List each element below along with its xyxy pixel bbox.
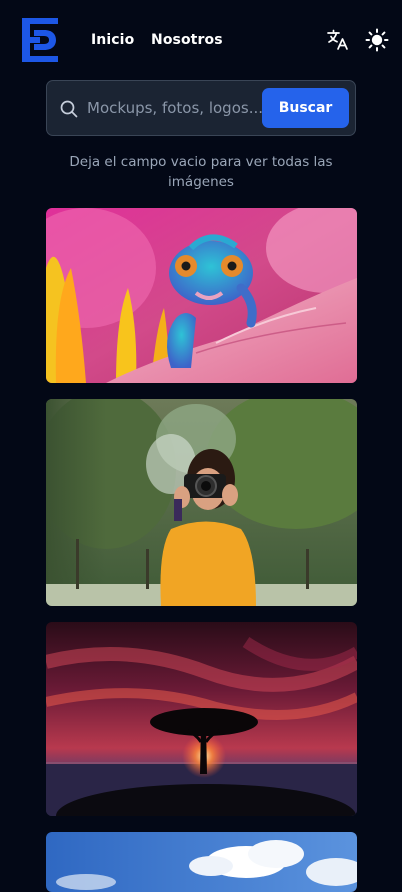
search-box: Buscar bbox=[46, 80, 356, 136]
search-icon bbox=[60, 100, 78, 118]
search-hint: Deja el campo vacio para ver todas las i… bbox=[69, 154, 333, 190]
header: Inicio Nosotros bbox=[0, 0, 402, 80]
translate-icon[interactable] bbox=[326, 28, 350, 52]
nav-link-nosotros[interactable]: Nosotros bbox=[151, 32, 223, 48]
search-input[interactable] bbox=[87, 95, 263, 121]
nav-link-inicio[interactable]: Inicio bbox=[91, 32, 134, 48]
search-button[interactable]: Buscar bbox=[262, 88, 349, 128]
gallery-image-photographer[interactable] bbox=[46, 399, 357, 606]
gallery-image-sky[interactable] bbox=[46, 832, 357, 892]
sun-icon[interactable] bbox=[365, 28, 389, 52]
gallery-image-sunset-tree[interactable] bbox=[46, 622, 357, 816]
gallery-image-chameleon[interactable] bbox=[46, 208, 357, 383]
brand-logo-icon[interactable] bbox=[22, 18, 58, 62]
